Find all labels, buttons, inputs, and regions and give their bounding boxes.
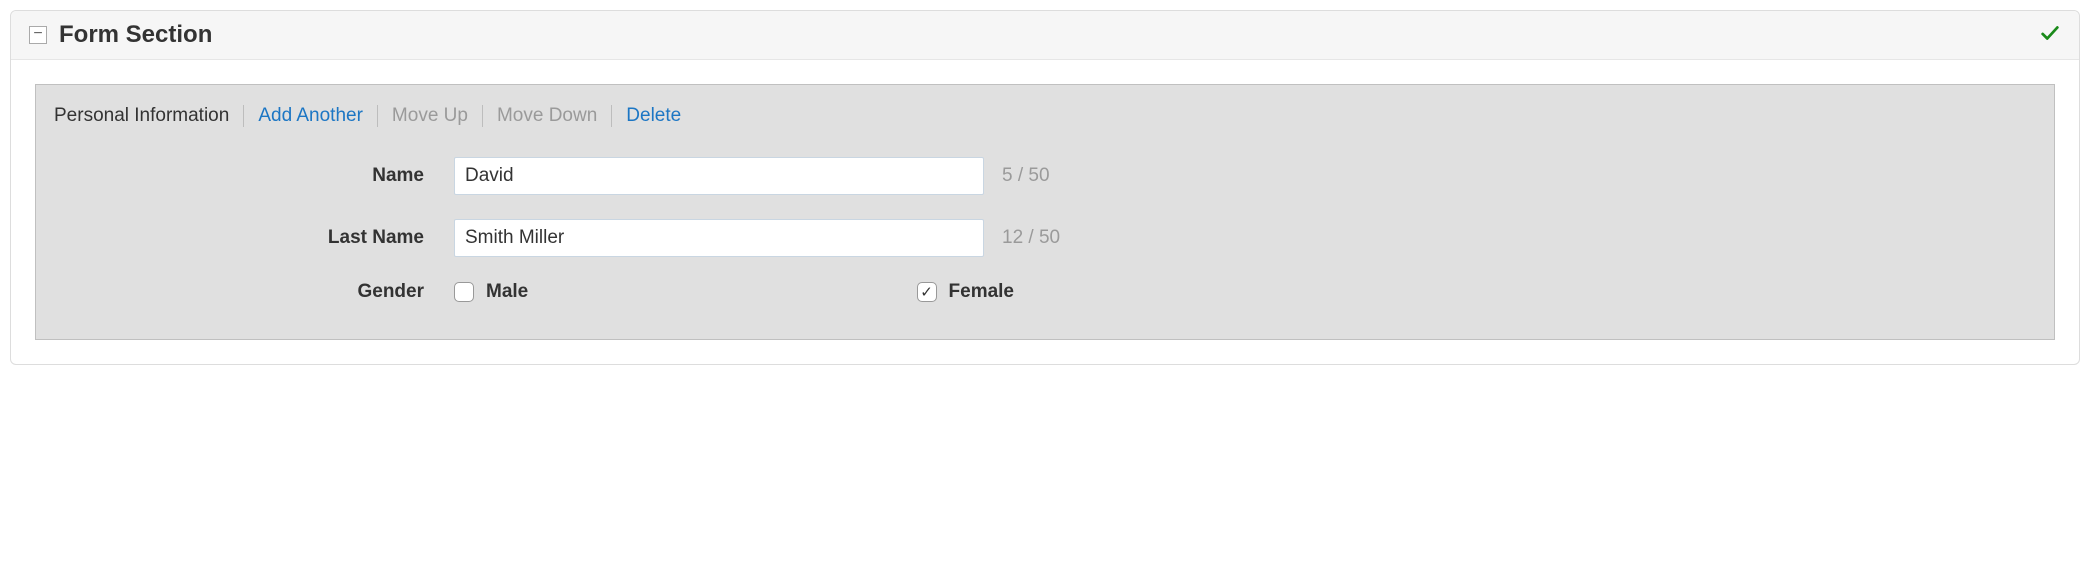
checkbox-icon[interactable] (454, 282, 474, 302)
form-section-panel: − Form Section Personal Information Add … (10, 10, 2080, 365)
separator (611, 105, 612, 127)
last-name-char-count: 12 / 50 (1002, 227, 1060, 249)
separator (377, 105, 378, 127)
checkmark-icon (2039, 22, 2061, 49)
collapse-toggle[interactable]: − (29, 26, 47, 44)
gender-option-female[interactable]: Female (917, 281, 1014, 303)
move-up-link: Move Up (392, 105, 468, 127)
name-char-count: 5 / 50 (1002, 165, 1050, 187)
personal-info-box: Personal Information Add Another Move Up… (35, 84, 2055, 340)
section-actions-row: Personal Information Add Another Move Up… (54, 101, 2036, 145)
gender-options: Male Female (454, 281, 1014, 303)
add-another-link[interactable]: Add Another (258, 105, 363, 127)
gender-label: Gender (54, 281, 454, 303)
gender-male-label: Male (486, 281, 528, 303)
section-title: Personal Information (54, 105, 229, 127)
move-down-link: Move Down (497, 105, 597, 127)
separator (482, 105, 483, 127)
last-name-input[interactable] (454, 219, 984, 257)
panel-title: Form Section (59, 21, 212, 49)
gender-female-label: Female (949, 281, 1014, 303)
last-name-row: Last Name 12 / 50 (54, 207, 2036, 269)
name-input[interactable] (454, 157, 984, 195)
name-label: Name (54, 165, 454, 187)
separator (243, 105, 244, 127)
panel-body: Personal Information Add Another Move Up… (11, 60, 2079, 364)
gender-row: Gender Male Female (54, 269, 2036, 315)
panel-header: − Form Section (11, 11, 2079, 60)
name-row: Name 5 / 50 (54, 145, 2036, 207)
last-name-label: Last Name (54, 227, 454, 249)
minus-icon: − (33, 26, 42, 42)
delete-link[interactable]: Delete (626, 105, 681, 127)
gender-option-male[interactable]: Male (454, 281, 528, 303)
checkbox-icon[interactable] (917, 282, 937, 302)
